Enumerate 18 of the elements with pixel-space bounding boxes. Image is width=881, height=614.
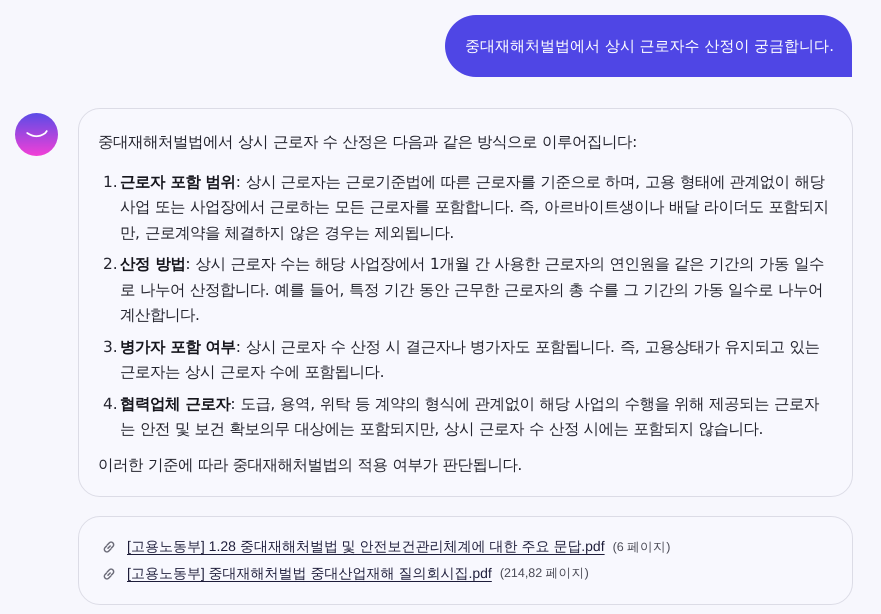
- answer-conclusion-text: 이러한 기준에 따라 중대재해처벌법의 적용 여부가 판단됩니다.: [98, 454, 524, 476]
- source-document-link[interactable]: [고용노동부] 중대재해처벌법 중대산업재해 질의회시집.pdf: [127, 564, 492, 583]
- answer-intro-text: 중대재해처벌법에서 상시 근로자 수 산정은 다음과 같은 방식으로 이루어집니다:: [98, 132, 638, 153]
- link-icon: [101, 539, 117, 556]
- user-message-bubble: 중대재해처벌법에서 상시 근로자수 산정이 궁금합니다.: [445, 15, 852, 77]
- list-item-text: 근로자 포함 범위: 상시 근로자는 근로기준법에 따른 근로자를 기준으로 하며, 고용 형태에 관계없이 해당 사업 또는 사업장에서 근로하는 모든 근로자를 포함합니다. 즉, 아르바이트생이나 배달 라이더도 포함되지만, 근로계약을 체결하지 않은 경우는 제외됩니다.: [120, 172, 830, 244]
- page-count-text: (214,82 페이지): [500, 565, 589, 582]
- list-number: 1.: [103, 172, 119, 192]
- source-document-link[interactable]: [고용노동부] 1.28 중대재해처벌법 및 안전보건관리체계에 대한 주요 문답.pdf: [127, 538, 605, 556]
- assistant-avatar-icon: [15, 113, 58, 156]
- list-number: 4.: [103, 394, 119, 414]
- list-item-text: 병가자 포함 여부: 상시 근로자 수 산정 시 결근자나 병가자도 포함됩니다. 즉, 고용상태가 유지되고 있는 근로자는 상시 근로자 수에 포함됩니다.: [120, 336, 820, 383]
- list-number: 2.: [103, 254, 119, 275]
- list-item-text: 산정 방법: 상시 근로자 수는 해당 사업장에서 1개월 간 사용한 근로자의 연인원을 같은 기간의 가동 일수로 나누어 산정합니다. 예를 들어, 특정 기간 동안 근무한 근로자의 총 수를 그 기간의 가동 일수로 나누어 계산합니다.: [120, 254, 825, 326]
- link-icon: [101, 566, 117, 582]
- page-count-text: (6 페이지): [612, 538, 670, 556]
- list-item-text: 협력업체 근로자: 도급, 용역, 위탁 등 계약의 형식에 관계없이 해당 사업의 수행을 위해 제공되는 근로자는 안전 및 보건 확보의무 대상에는 포함되지만, 상시 근로자 수 산정 시에는 포함되지 않습니다.: [120, 394, 820, 440]
- list-number: 3.: [103, 336, 119, 358]
